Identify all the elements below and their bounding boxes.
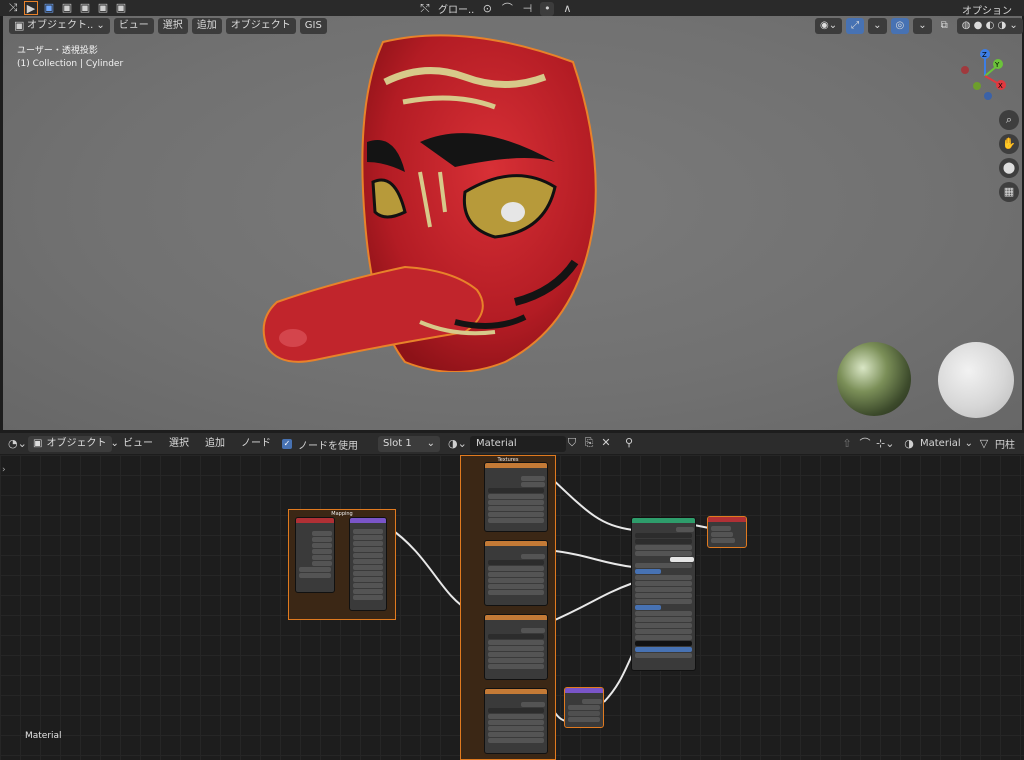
node-editor-canvas[interactable]: › Mapping Textures Material [0,455,1024,760]
falloff-icon[interactable]: ∧ [560,2,574,16]
shading-modes[interactable]: ◍ ● ◐ ◑ ⌄ [956,18,1023,34]
perspective-grid-icon[interactable]: ▦ [999,182,1019,202]
principled-bsdf-node[interactable] [631,517,696,671]
node-editor-header: ◔⌄ ▣ オブジェクト ⌄ ビュー 選択 追加 ノード ✓ ノードを使用 Slo… [0,433,1024,454]
select-box-icon[interactable]: ▣ [42,1,56,15]
options-dropdown[interactable]: オプション [962,2,1012,17]
snap-icon[interactable]: ⌒ [500,2,514,16]
menu-add[interactable]: 追加 [191,18,222,34]
textures-frame[interactable]: Textures [460,455,556,760]
material-icon: ◑ [904,436,914,450]
image-texture-node-normal[interactable] [484,688,548,754]
pan-hand-icon[interactable]: ✋ [999,134,1019,154]
matcap-preview-sphere [938,342,1014,418]
proportional-edit-icon[interactable]: • [540,1,555,16]
object-context-label: 円柱 [995,440,1016,451]
material-context-label: Material [920,438,961,449]
material-name-field[interactable]: Material [470,436,566,452]
image-texture-node-roughness[interactable] [484,540,548,606]
snap-icon[interactable]: ⌒ [858,437,872,451]
image-texture-node-metallic[interactable] [484,614,548,680]
gizmo-y-label: Y [994,61,1000,69]
chevron-down-icon: ⌄ [96,20,105,31]
menu-view[interactable]: ビュー [113,18,154,34]
mapping-node[interactable] [349,517,387,611]
select-extend-icon[interactable]: ▣ [60,1,74,15]
chevron-down-icon: ⌄ [426,438,435,449]
parent-node-tree-icon[interactable]: ⇧ [840,437,854,451]
orientation-icon: ⤲ [420,1,430,15]
snap-target-icon[interactable]: ⊣ [520,2,534,16]
tengu-mask-model[interactable] [255,22,615,372]
view-name: ユーザー・透視投影 [17,46,98,56]
menu-select[interactable]: 選択 [157,18,188,34]
gizmo-z-label: Z [982,51,987,59]
gizmo-x-label: X [998,82,1003,90]
node-menu-add[interactable]: 追加 [200,436,230,452]
node-tree-name: Material [25,731,62,741]
pin-icon[interactable]: ⚲ [622,436,636,450]
node-mode-dropdown[interactable]: ▣ オブジェクト ⌄ [28,436,119,452]
top-toolbar: ⤨ ▶ ▣ ▣ ▣ ▣ ▣ ⤲ グロー.. ⊙ ⌒ ⊣ • ∧ オプション [0,0,1024,17]
pivot-icon[interactable]: ⊙ [480,2,494,16]
mode-dropdown[interactable]: ▣ オブジェクト.. ⌄ [9,18,110,34]
node-menu-node[interactable]: ノード [236,436,276,452]
slot-dropdown[interactable]: Slot 1 ⌄ [378,436,440,452]
select-intersect-icon[interactable]: ▣ [114,1,128,15]
mapping-frame[interactable]: Mapping [288,509,396,620]
transform-orientation-dropdown[interactable]: グロー.. [438,1,474,16]
snap-element-icon[interactable]: ⊹⌄ [876,437,894,451]
node-menu-view[interactable]: ビュー [118,436,158,452]
xray-icon[interactable]: ⧉ [936,18,953,34]
material-browse-icon[interactable]: ◑⌄ [448,437,467,451]
object-mode-icon: ▣ [33,438,43,449]
texture-coordinate-node[interactable] [295,517,335,593]
overlay-dropdown[interactable]: ⌄ [913,18,932,34]
use-nodes-checkbox[interactable]: ✓ [282,439,292,449]
object-mode-icon: ▣ [14,19,25,32]
node-menu-select[interactable]: 選択 [164,436,194,452]
material-output-node[interactable] [707,516,747,548]
hdri-preview-sphere [837,342,911,416]
zoom-icon[interactable]: ⌕ [999,110,1019,130]
select-subtract-icon[interactable]: ▣ [78,1,92,15]
gizmo-toggle[interactable]: ⤢ [846,18,865,34]
select-tool-icon[interactable]: ▶ [24,1,38,15]
unlink-material-icon[interactable]: ✕ [599,436,613,450]
transform-icon[interactable]: ⤨ [6,1,20,15]
use-nodes-label: ノードを使用 [298,440,358,452]
navigation-gizmo[interactable]: Z Y X [955,46,1015,106]
visibility-dropdown[interactable]: ◉⌄ [815,18,843,34]
3d-viewport[interactable]: ▣ オブジェクト.. ⌄ ビュー 選択 追加 オブジェクト GIS ◉⌄ ⤢ ⌄… [3,16,1023,430]
select-invert-icon[interactable]: ▣ [96,1,110,15]
fake-user-shield-icon[interactable]: ⛉ [565,436,579,450]
gizmo-dropdown[interactable]: ⌄ [868,18,887,34]
duplicate-material-icon[interactable]: ⎘ [582,436,596,450]
collection-label: (1) Collection | Cylinder [17,59,124,69]
camera-icon[interactable]: ⬤ [999,158,1019,178]
overlay-toggle[interactable]: ◎ [890,18,910,34]
image-texture-node-base-color[interactable] [484,462,548,532]
normal-map-node[interactable] [564,687,604,728]
object-data-icon: ▽ [979,436,989,450]
editor-type-icon[interactable]: ◔⌄ [8,437,27,451]
chevron-down-icon[interactable]: ⌄ [965,438,973,449]
